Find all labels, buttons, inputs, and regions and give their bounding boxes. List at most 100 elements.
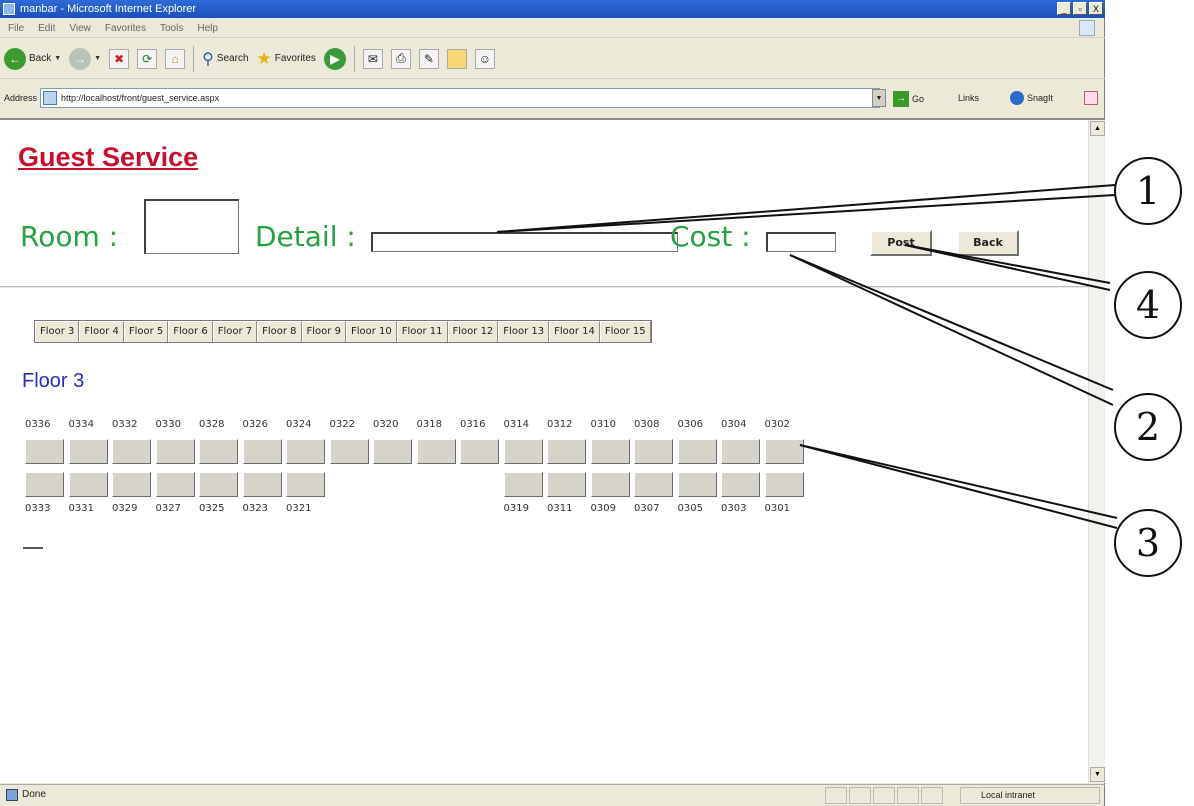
- links-button[interactable]: Links: [958, 93, 979, 103]
- room-label-0309: 0309: [590, 503, 616, 514]
- page-title: Guest Service: [18, 142, 199, 172]
- floor-heading: Floor 3: [22, 370, 85, 392]
- room-button-0325[interactable]: [199, 472, 238, 497]
- address-dropdown-button[interactable]: ▼: [872, 89, 886, 107]
- room-label-0320: 0320: [373, 419, 399, 430]
- room-button-0310[interactable]: [590, 439, 630, 464]
- tab-floor-3[interactable]: Floor 3: [35, 321, 80, 342]
- room-button-0327[interactable]: [155, 472, 195, 497]
- folder-icon[interactable]: [446, 48, 467, 69]
- tab-floor-4[interactable]: Floor 4: [79, 321, 124, 342]
- room-button-0336[interactable]: [25, 439, 64, 464]
- room-button-0332[interactable]: [112, 439, 151, 464]
- scroll-down-icon[interactable]: ▼: [1090, 767, 1105, 782]
- stop-icon[interactable]: ✖: [109, 48, 130, 69]
- menu-file[interactable]: File: [8, 19, 24, 37]
- room-button-0329[interactable]: [112, 472, 151, 497]
- room-button-0303[interactable]: [721, 472, 760, 497]
- go-button[interactable]: → Go: [893, 91, 924, 107]
- tab-floor-7[interactable]: Floor 7: [212, 321, 258, 342]
- tab-floor-5[interactable]: Floor 5: [123, 321, 169, 342]
- snagit-button[interactable]: SnagIt: [1010, 91, 1053, 105]
- refresh-icon[interactable]: ⟳: [137, 48, 158, 69]
- callout-1: 1: [1114, 157, 1182, 225]
- room-label-0311: 0311: [547, 503, 573, 514]
- room-input[interactable]: [144, 199, 239, 254]
- room-button-0306[interactable]: [677, 439, 717, 464]
- detail-input[interactable]: [371, 232, 678, 252]
- room-button-0326[interactable]: [242, 439, 282, 464]
- close-button[interactable]: X: [1089, 2, 1103, 15]
- back-button[interactable]: Back: [957, 230, 1019, 256]
- favorites-button[interactable]: ★ Favorites: [257, 49, 316, 69]
- menu-view[interactable]: View: [69, 19, 91, 37]
- floor-tabs: Floor 3 Floor 4 Floor 5 Floor 6 Floor 7 …: [34, 320, 652, 343]
- forward-button[interactable]: → ▼: [69, 47, 101, 70]
- top-room-labels: 0336 0334 0332 0330 0328 0326 0324 0322 0320 0318…: [25, 419, 815, 433]
- menu-edit[interactable]: Edit: [38, 19, 55, 37]
- room-button-0318[interactable]: [416, 439, 456, 464]
- room-button-0333[interactable]: [25, 472, 64, 497]
- tab-floor-6[interactable]: Floor 6: [168, 321, 213, 342]
- room-button-0309[interactable]: [590, 472, 630, 497]
- home-icon[interactable]: ⌂: [165, 48, 186, 69]
- scroll-up-icon[interactable]: ▲: [1090, 121, 1105, 136]
- room-label-0327: 0327: [155, 503, 181, 514]
- menu-tools[interactable]: Tools: [160, 19, 183, 37]
- room-label-0316: 0316: [460, 419, 486, 430]
- room-button-0321[interactable]: [286, 472, 325, 497]
- mail-icon[interactable]: ✉: [362, 48, 383, 69]
- snagit-icon: [1010, 91, 1024, 105]
- tab-floor-9[interactable]: Floor 9: [301, 321, 346, 342]
- room-button-0330[interactable]: [155, 439, 195, 464]
- menu-help[interactable]: Help: [197, 19, 218, 37]
- cost-input[interactable]: [766, 232, 836, 252]
- room-button-0302[interactable]: [764, 439, 804, 464]
- minimize-button[interactable]: _: [1057, 2, 1071, 15]
- edit-icon[interactable]: ✎: [418, 48, 439, 69]
- ie-app-icon: [3, 3, 15, 15]
- room-label-0314: 0314: [503, 419, 529, 430]
- back-button[interactable]: ← Back ▼: [4, 47, 61, 70]
- address-label: Address: [4, 93, 38, 103]
- room-button-0307[interactable]: [634, 472, 673, 497]
- room-button-0301[interactable]: [764, 472, 804, 497]
- print-icon[interactable]: ⎙: [390, 48, 411, 69]
- room-button-0328[interactable]: [199, 439, 238, 464]
- room-button-0305[interactable]: [677, 472, 717, 497]
- post-button[interactable]: Post: [870, 230, 932, 256]
- room-button-0322[interactable]: [329, 439, 369, 464]
- tab-floor-11[interactable]: Floor 11: [396, 321, 448, 342]
- tab-floor-10[interactable]: Floor 10: [345, 321, 397, 342]
- room-button-0320[interactable]: [373, 439, 412, 464]
- room-button-0308[interactable]: [634, 439, 673, 464]
- room-button-0312[interactable]: [547, 439, 586, 464]
- tab-floor-15[interactable]: Floor 15: [599, 321, 651, 342]
- room-button-0323[interactable]: [242, 472, 282, 497]
- search-button[interactable]: ⚲ Search: [202, 49, 248, 69]
- media-icon[interactable]: ▶: [323, 47, 346, 70]
- callout-2: 2: [1114, 393, 1182, 461]
- room-button-0316[interactable]: [460, 439, 499, 464]
- tab-floor-12[interactable]: Floor 12: [447, 321, 499, 342]
- tab-floor-14[interactable]: Floor 14: [549, 321, 600, 342]
- tab-floor-13[interactable]: Floor 13: [498, 321, 550, 342]
- messenger-icon[interactable]: ☺: [474, 48, 495, 69]
- address-input[interactable]: http://localhost/front/guest_service.asp…: [40, 88, 880, 108]
- room-button-0314[interactable]: [503, 439, 543, 464]
- vertical-scrollbar[interactable]: ▲ ▼: [1088, 120, 1105, 783]
- room-button-0324[interactable]: [286, 439, 325, 464]
- menu-favorites[interactable]: Favorites: [105, 19, 146, 37]
- snagit-label: SnagIt: [1027, 93, 1054, 103]
- room-button-0319[interactable]: [503, 472, 543, 497]
- extension-icon[interactable]: [1084, 91, 1098, 105]
- room-button-0331[interactable]: [68, 472, 108, 497]
- tab-floor-8[interactable]: Floor 8: [257, 321, 302, 342]
- room-button-0304[interactable]: [721, 439, 760, 464]
- go-label: Go: [912, 94, 925, 104]
- room-button-0334[interactable]: [68, 439, 108, 464]
- room-label-0305: 0305: [677, 503, 703, 514]
- room-label-0336: 0336: [25, 419, 51, 430]
- maximize-button[interactable]: ▫: [1073, 2, 1087, 15]
- room-button-0311[interactable]: [547, 472, 586, 497]
